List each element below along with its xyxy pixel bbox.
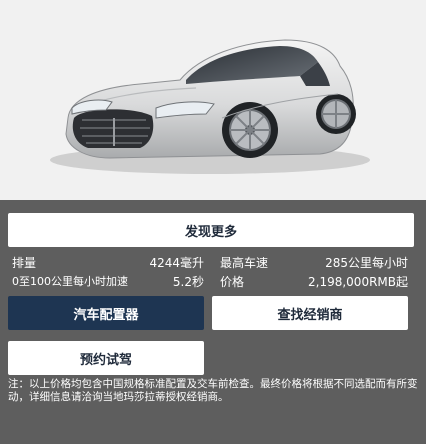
displacement-label: 排量 [12,256,37,270]
configurator-button[interactable]: 汽车配置器 [8,296,204,330]
price-value: 2,198,000RMB起 [308,275,408,289]
model-card: 发现更多 排量 4244毫升 最高车速 285公里每小时 0至100公里每小时加… [0,0,426,444]
price-label: 价格 [220,275,245,289]
discover-more-button[interactable]: 发现更多 [8,213,414,247]
price-disclaimer-note: 注：以上价格均包含中国规格标准配置及交车前检查。最终价格将根据不同选配而有所变动… [8,378,418,403]
top-speed-value: 285公里每小时 [325,256,408,270]
car-image [50,39,370,174]
hero-image-area [0,0,426,200]
top-speed-label: 最高车速 [220,256,269,270]
acceleration-label: 0至100公里每小时加速 [12,275,128,288]
displacement-value: 4244毫升 [149,256,204,270]
acceleration-value: 5.2秒 [172,275,204,289]
book-test-drive-button[interactable]: 预约试驾 [8,341,204,375]
find-dealer-button[interactable]: 查找经销商 [212,296,408,330]
